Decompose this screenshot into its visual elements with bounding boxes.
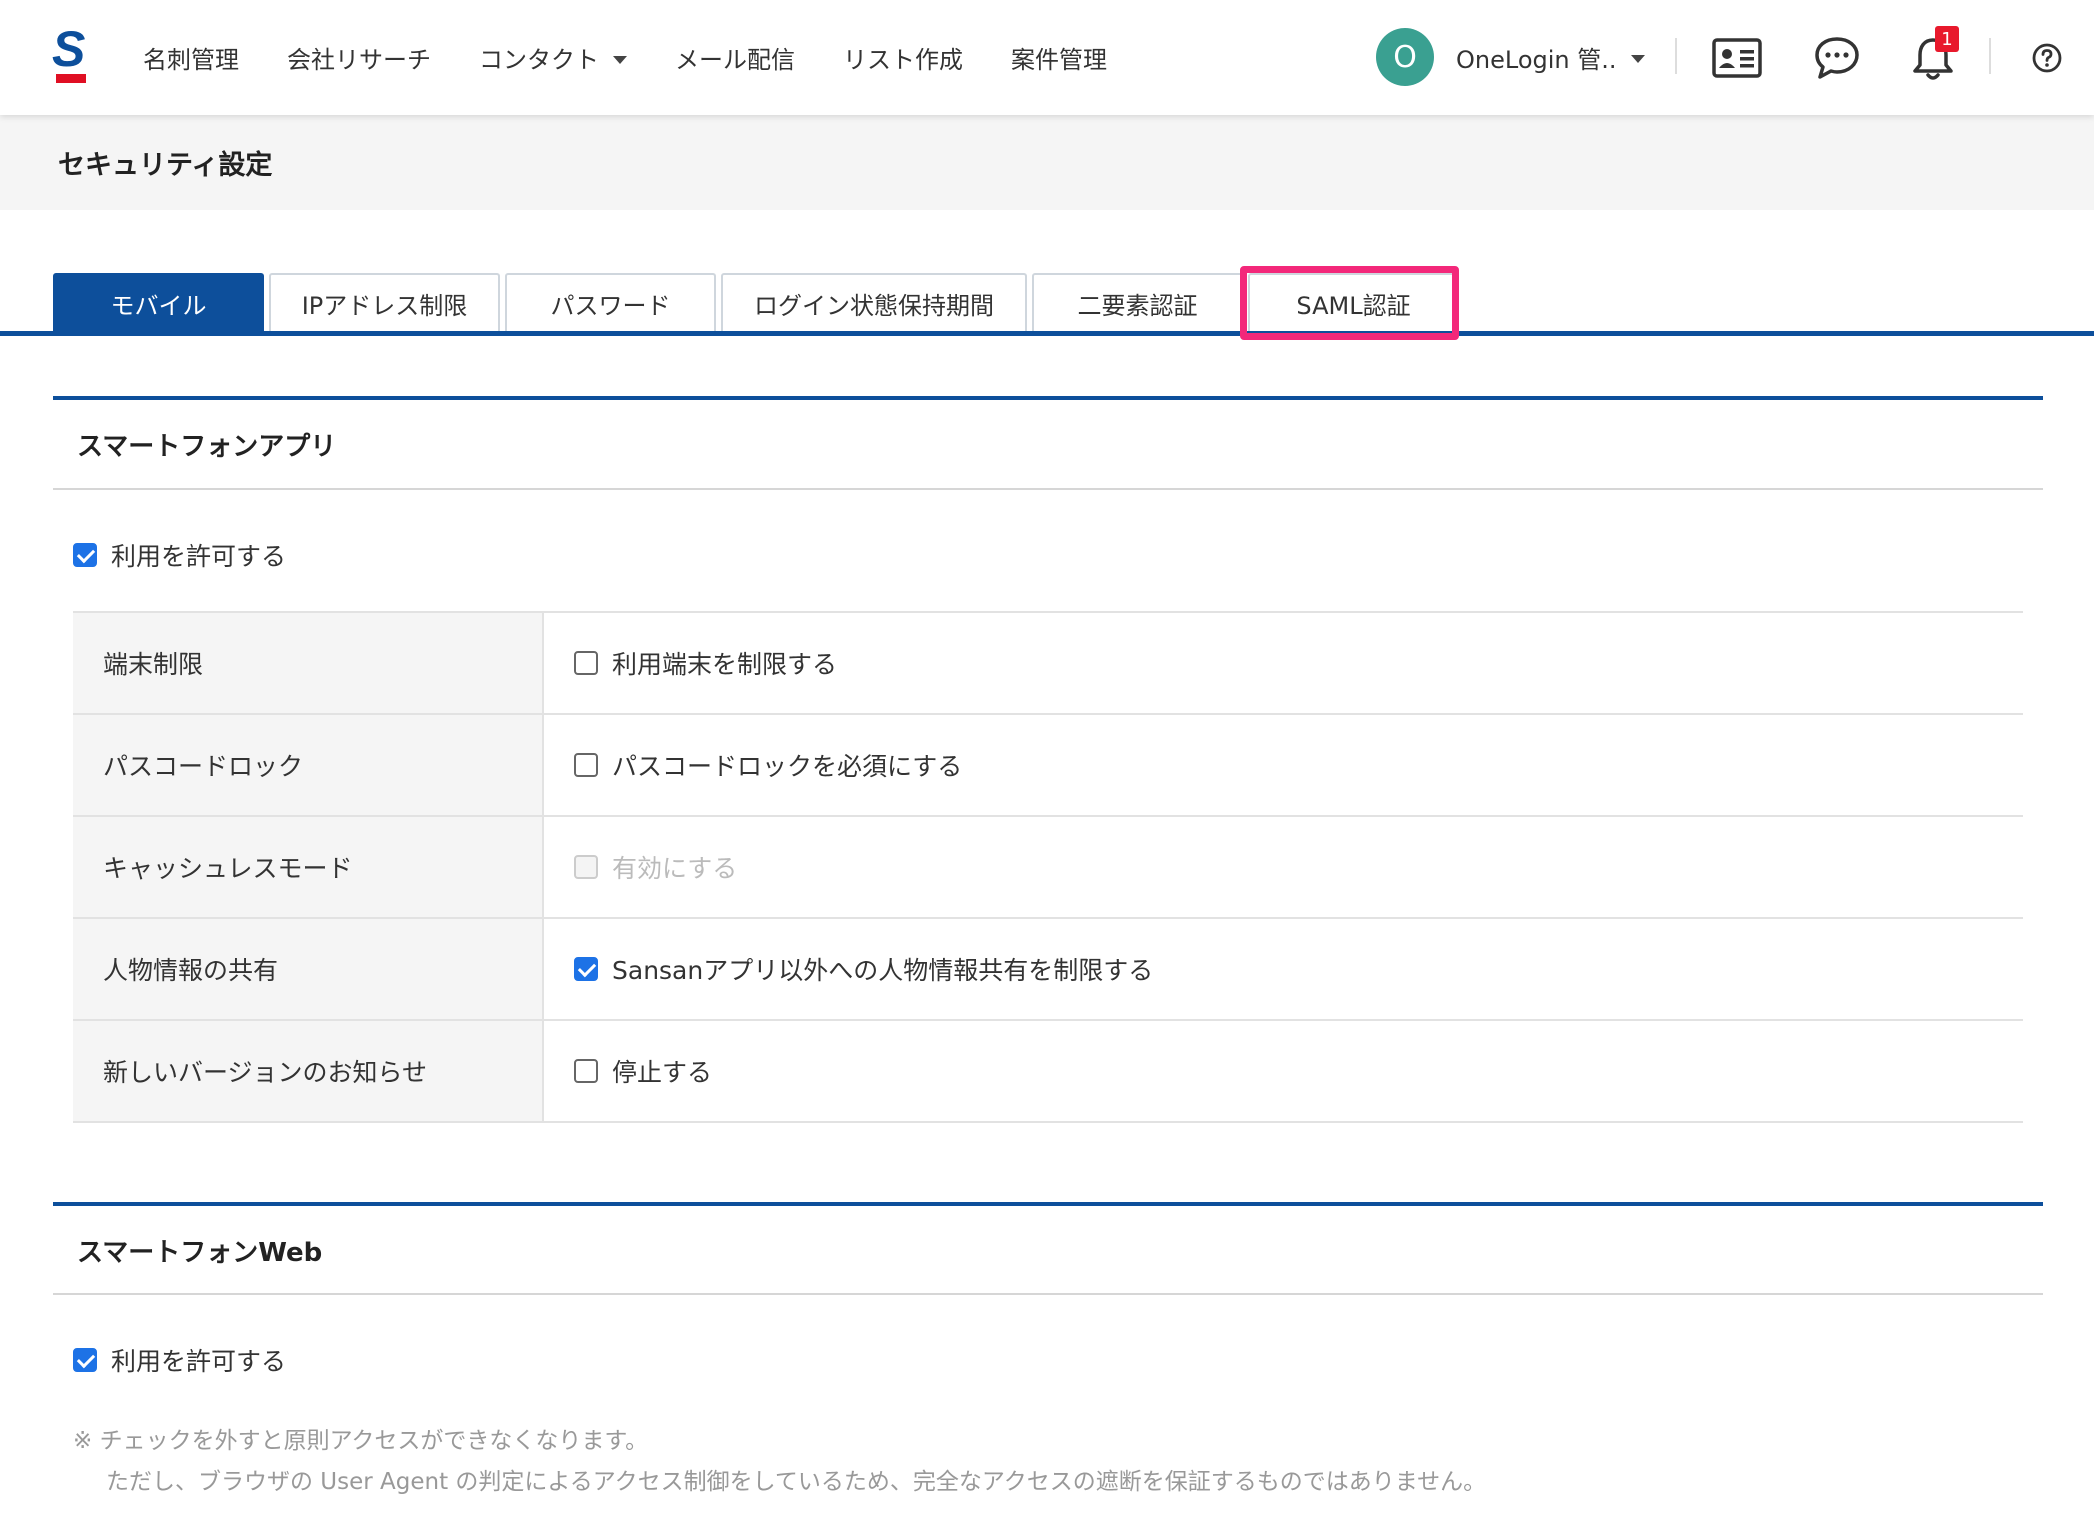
restrict-devices-checkbox[interactable]: 利用端末を制限する: [574, 645, 2023, 681]
row-value: Sansanアプリ以外への人物情報共有を制限する: [543, 918, 2023, 1020]
checkbox[interactable]: [574, 753, 598, 777]
table-row: 人物情報の共有 Sansanアプリ以外への人物情報共有を制限する: [73, 918, 2023, 1020]
allow-smartphone-web-checkbox[interactable]: 利用を許可する: [73, 1342, 286, 1378]
header-divider: [1989, 38, 1991, 74]
nav-label: メール配信: [675, 46, 795, 74]
enable-cacheless-checkbox: 有効にする: [574, 849, 2023, 885]
checkbox-label: パスコードロックを必須にする: [612, 752, 963, 781]
logo-bar: [56, 74, 86, 83]
nav-label: リスト作成: [843, 46, 963, 74]
checkbox-label: 有効にする: [612, 854, 738, 883]
section-divider: [53, 1202, 2043, 1206]
user-name: OneLogin 管..: [1456, 45, 1617, 74]
smartphone-app-settings-table: 端末制限 利用端末を制限する パスコードロック パスコードロックを必須にする キ…: [73, 611, 2023, 1123]
nav-label: 名刺管理: [143, 46, 239, 74]
checkbox[interactable]: [73, 1348, 97, 1372]
checkbox-label: 利用端末を制限する: [612, 650, 838, 679]
checkbox-label: 利用を許可する: [111, 542, 287, 571]
help-icon[interactable]: [2019, 30, 2075, 86]
tab-two-factor-auth[interactable]: 二要素認証: [1032, 273, 1243, 331]
notification-badge: 1: [1935, 26, 1959, 52]
checkbox-label: 利用を許可する: [111, 1347, 287, 1376]
stop-notice-checkbox[interactable]: 停止する: [574, 1053, 2023, 1089]
checkbox[interactable]: [574, 651, 598, 675]
checkbox[interactable]: [574, 1059, 598, 1083]
tab-saml-auth[interactable]: SAML認証: [1248, 273, 1459, 331]
require-passcode-checkbox[interactable]: パスコードロックを必須にする: [574, 747, 2023, 783]
row-label-person-info-sharing: 人物情報の共有: [73, 918, 544, 1020]
nav-item-deal-management[interactable]: 案件管理: [1011, 40, 1107, 75]
title-bar: セキュリティ設定: [0, 115, 2094, 210]
chevron-down-icon: [1630, 55, 1645, 63]
checkbox-label: 停止する: [612, 1058, 713, 1087]
checkbox[interactable]: [574, 957, 598, 981]
tab-login-retention-period[interactable]: ログイン状態保持期間: [721, 273, 1027, 331]
row-value: 有効にする: [543, 816, 2023, 918]
nav-item-list-creation[interactable]: リスト作成: [843, 40, 963, 75]
tabs-underline: [0, 331, 2094, 336]
checkbox-label: Sansanアプリ以外への人物情報共有を制限する: [612, 956, 1154, 985]
nav-item-business-cards[interactable]: 名刺管理: [143, 40, 239, 75]
main-nav: 名刺管理 会社リサーチ コンタクト メール配信 リスト作成 案件管理: [143, 0, 1155, 115]
table-row: 端末制限 利用端末を制限する: [73, 612, 2023, 714]
checkbox[interactable]: [73, 543, 97, 567]
row-value: 停止する: [543, 1020, 2023, 1122]
row-label-passcode-lock: パスコードロック: [73, 714, 544, 816]
tab-ip-address-restriction[interactable]: IPアドレス制限: [269, 273, 500, 331]
restrict-sharing-checkbox[interactable]: Sansanアプリ以外への人物情報共有を制限する: [574, 951, 2023, 987]
nav-item-contacts[interactable]: コンタクト: [479, 40, 627, 75]
logo-letter: S: [52, 21, 86, 77]
user-menu[interactable]: O OneLogin 管..: [1376, 27, 1645, 87]
row-value: 利用端末を制限する: [543, 612, 2023, 714]
note-line: ※ チェックを外すと原則アクセスができなくなります。: [73, 1428, 649, 1454]
section-title-smartphone-app: スマートフォンアプリ: [77, 432, 337, 462]
nav-label: 案件管理: [1011, 46, 1107, 74]
bell-icon[interactable]: 1: [1905, 26, 1961, 86]
tab-password[interactable]: パスワード: [505, 273, 716, 331]
section-title-smartphone-web: スマートフォンWeb: [77, 1238, 323, 1268]
nav-item-company-research[interactable]: 会社リサーチ: [287, 40, 431, 75]
avatar: O: [1376, 28, 1434, 86]
table-row: パスコードロック パスコードロックを必須にする: [73, 714, 2023, 816]
table-row: 新しいバージョンのお知らせ 停止する: [73, 1020, 2023, 1122]
row-label-new-version-notice: 新しいバージョンのお知らせ: [73, 1020, 544, 1122]
nav-item-email-delivery[interactable]: メール配信: [675, 40, 795, 75]
chat-bubble-icon[interactable]: [1809, 30, 1865, 86]
nav-label: 会社リサーチ: [287, 46, 431, 74]
tab-mobile[interactable]: モバイル: [53, 273, 264, 331]
settings-tabs: モバイル IPアドレス制限 パスワード ログイン状態保持期間 二要素認証 SAM…: [53, 271, 1464, 331]
chevron-down-icon: [613, 55, 627, 64]
note-line: ただし、ブラウザの User Agent の判定によるアクセス制御をしているため…: [106, 1469, 1487, 1495]
row-label-device-restriction: 端末制限: [73, 612, 544, 714]
sansan-logo[interactable]: S: [52, 21, 92, 86]
contact-card-icon[interactable]: [1709, 30, 1765, 86]
section-rule: [53, 1293, 2043, 1295]
section-divider: [53, 396, 2043, 400]
nav-label: コンタクト: [479, 46, 599, 74]
checkbox-disabled: [574, 855, 598, 879]
table-row: キャッシュレスモード 有効にする: [73, 816, 2023, 918]
row-value: パスコードロックを必須にする: [543, 714, 2023, 816]
row-label-cacheless-mode: キャッシュレスモード: [73, 816, 544, 918]
page-title: セキュリティ設定: [58, 150, 273, 181]
header-divider: [1675, 38, 1677, 74]
top-header: S 名刺管理 会社リサーチ コンタクト メール配信 リスト作成 案件管理 O O…: [0, 0, 2094, 115]
allow-smartphone-app-checkbox[interactable]: 利用を許可する: [73, 537, 286, 573]
section-rule: [53, 488, 2043, 490]
